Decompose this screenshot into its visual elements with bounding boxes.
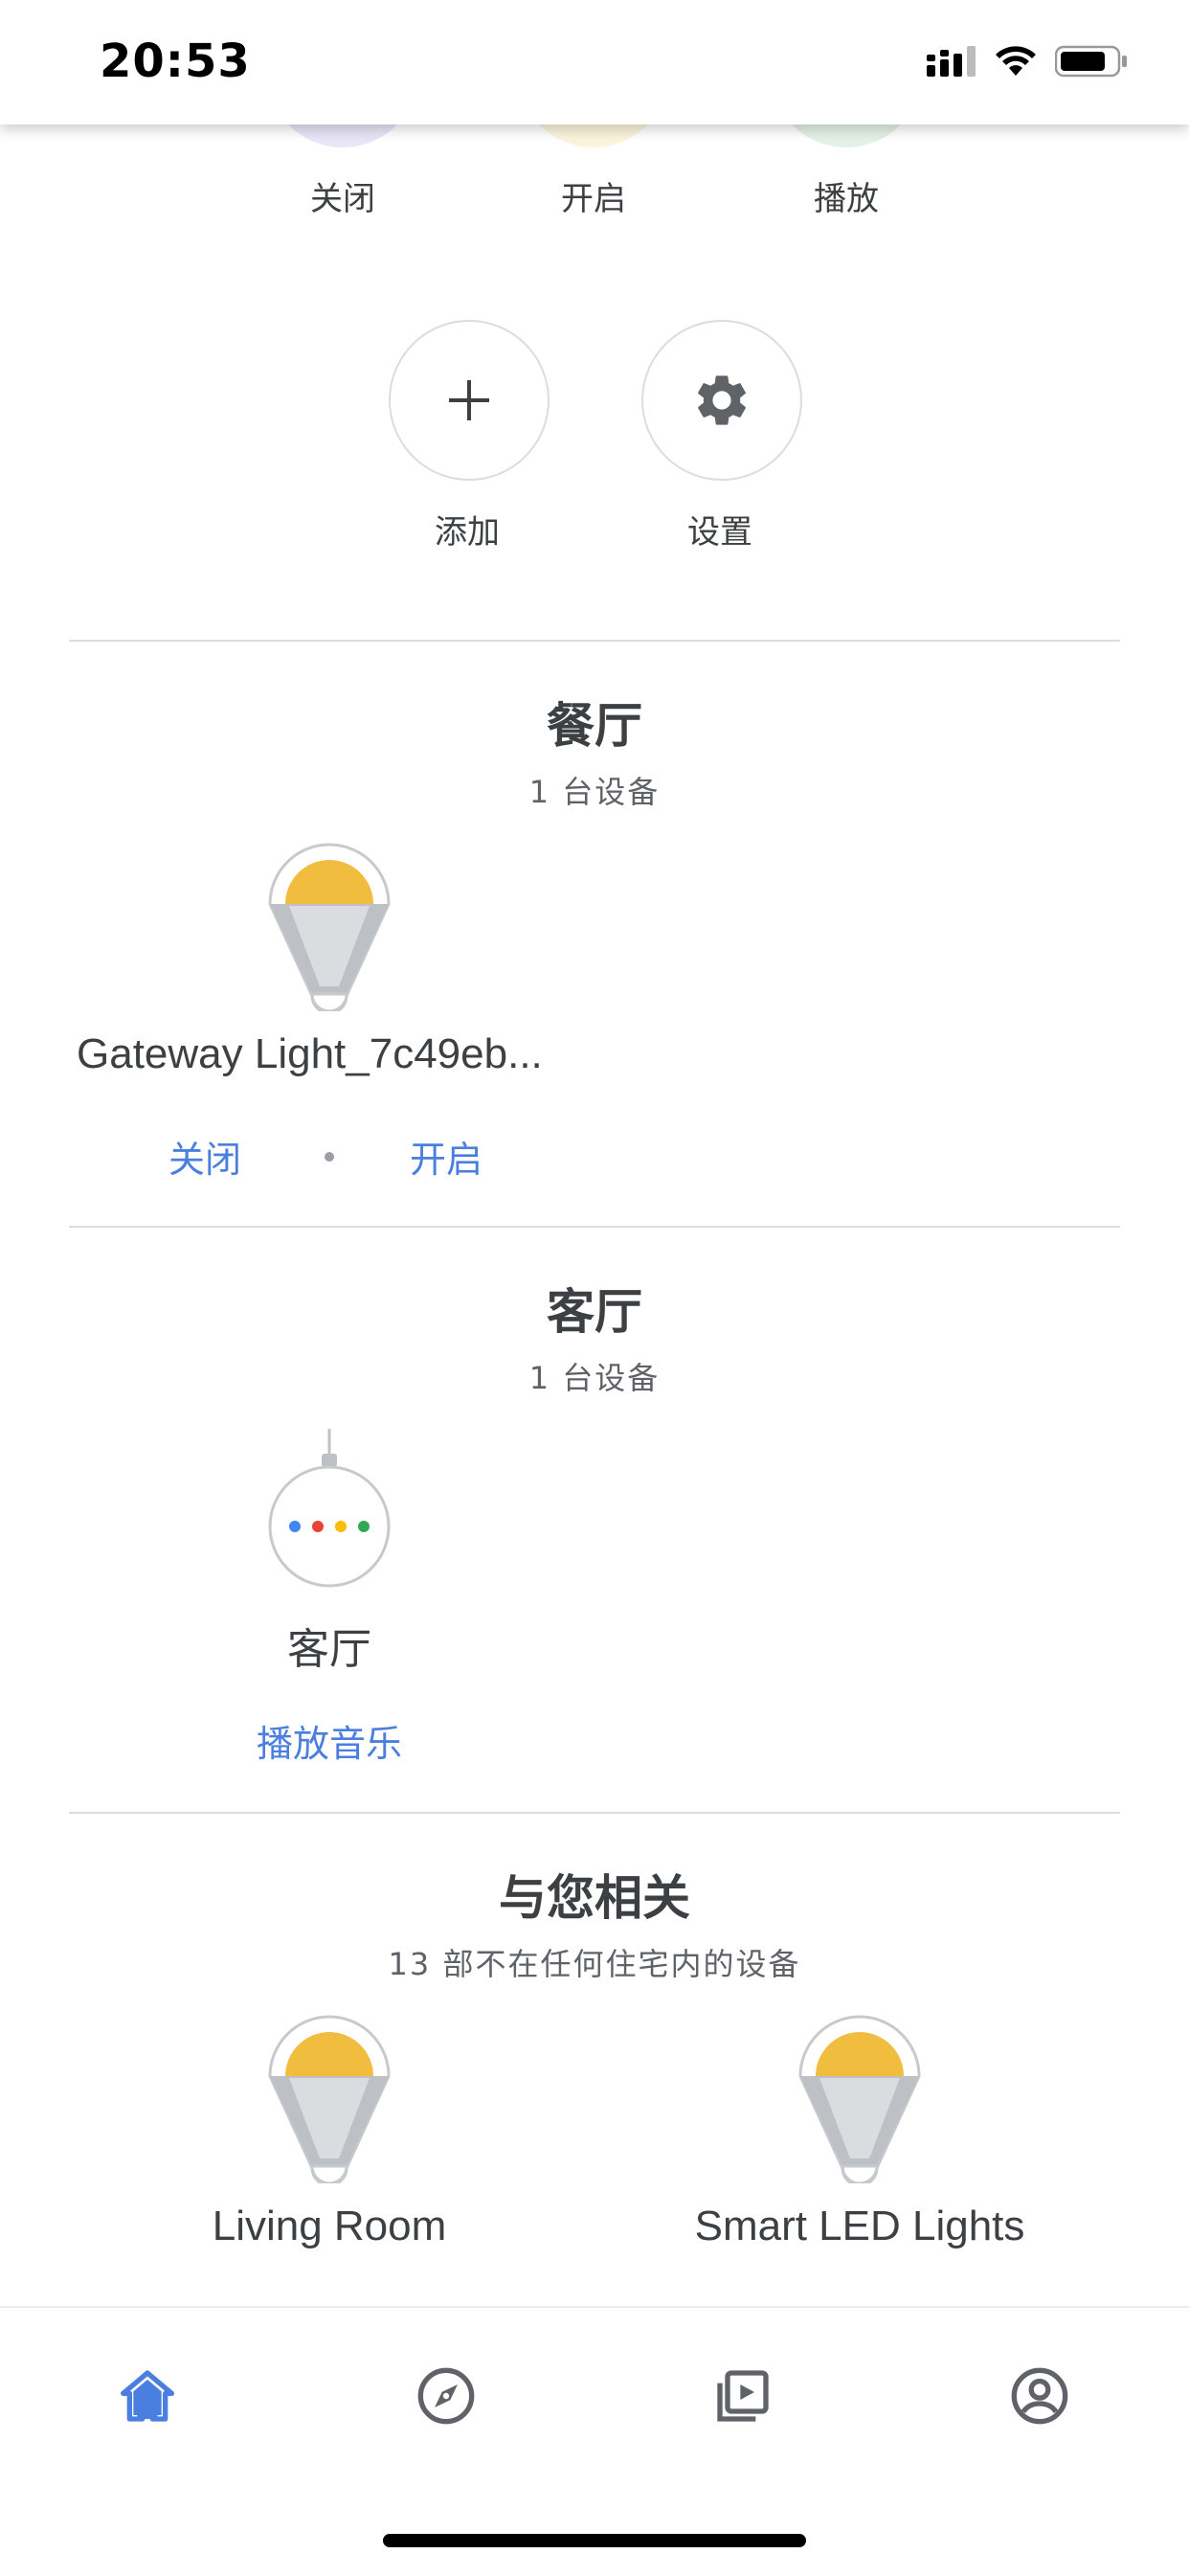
play-music-button[interactable]: 播放音乐: [0, 1714, 659, 1767]
divider: [69, 1812, 1120, 1814]
gear-icon: [698, 375, 746, 425]
device-name[interactable]: Gateway Light_7c49eb...: [77, 1030, 543, 1078]
cellular-signal-icon: [927, 46, 976, 77]
smart-speaker-icon[interactable]: [266, 1427, 393, 1588]
settings-button-label: 设置: [687, 513, 752, 552]
divider: [69, 640, 1120, 642]
nav-home[interactable]: [113, 2361, 182, 2430]
media-icon: [717, 2370, 769, 2422]
device-name[interactable]: Smart LED Lights: [528, 2203, 1189, 2250]
room-device-count: 1 台设备: [528, 774, 661, 810]
nav-account[interactable]: [1005, 2361, 1074, 2430]
divider: [69, 1226, 1120, 1228]
section-title: 与您相关: [499, 1870, 690, 1926]
turn-on-button[interactable]: 开启: [410, 1130, 482, 1183]
device-name[interactable]: 客厅: [0, 1615, 659, 1676]
explore-icon: [417, 2367, 475, 2425]
room-device-count: 1 台设备: [528, 1360, 661, 1396]
home-icon: [120, 2370, 174, 2422]
add-button[interactable]: [389, 320, 550, 481]
add-button-label: 添加: [435, 513, 500, 552]
quick-action-label: 开启: [561, 180, 626, 218]
room-title: 客厅: [547, 1284, 642, 1340]
lightbulb-icon[interactable]: [266, 843, 393, 1011]
lightbulb-icon[interactable]: [796, 2015, 923, 2183]
section-subtitle: 13 部不在任何住宅内的设备: [388, 1946, 801, 1982]
home-indicator[interactable]: [383, 2534, 806, 2547]
status-bar: 20:53: [0, 0, 1189, 124]
settings-button[interactable]: [641, 320, 802, 481]
status-time: 20:53: [100, 34, 251, 88]
battery-icon: [1055, 45, 1127, 78]
separator-dot: [325, 1152, 334, 1162]
wifi-icon: [996, 46, 1036, 76]
account-icon: [1011, 2367, 1068, 2425]
room-title: 餐厅: [547, 698, 642, 754]
lightbulb-icon[interactable]: [266, 2015, 393, 2183]
turn-off-button[interactable]: 关闭: [168, 1130, 241, 1183]
nav-media[interactable]: [708, 2361, 777, 2430]
quick-action-label: 关闭: [310, 180, 375, 218]
quick-action-label: 播放: [814, 180, 879, 218]
plus-icon: [449, 380, 489, 420]
nav-explore[interactable]: [412, 2361, 481, 2430]
